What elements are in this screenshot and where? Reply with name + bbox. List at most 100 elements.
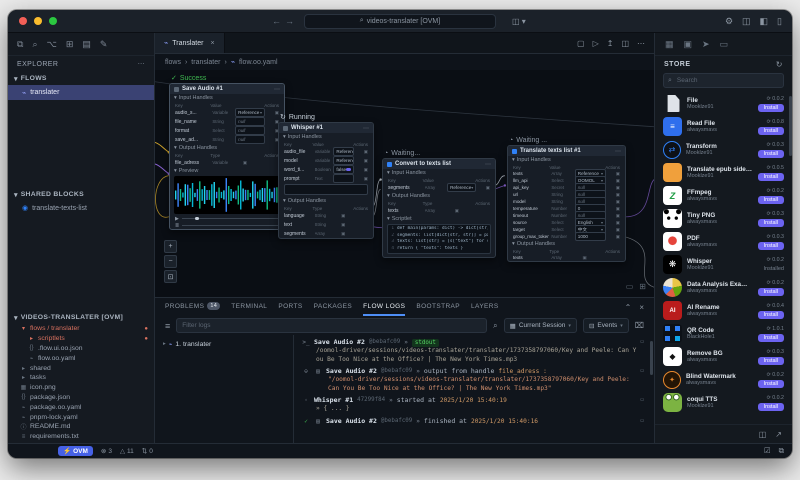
scrollbar[interactable]	[789, 96, 792, 156]
row-actions-icon[interactable]: ▣	[478, 185, 490, 191]
install-button[interactable]: Install	[757, 379, 784, 388]
history-nav[interactable]: ←→	[272, 16, 298, 26]
row-actions-icon[interactable]: ▣	[575, 255, 587, 261]
run-icon[interactable]: ▷	[593, 39, 599, 48]
node-header[interactable]: Save Audio #1 ⋯	[170, 84, 284, 94]
node-input-row[interactable]: save_ad... String null ▣	[170, 135, 284, 144]
close-tab-icon[interactable]: ×	[210, 40, 214, 47]
row-actions-icon[interactable]: ▣	[608, 171, 620, 177]
row-actions-icon[interactable]: ▣	[608, 192, 620, 198]
store-item[interactable]: ⇄ Transform Mooklze91 0.0.3 Install	[663, 138, 784, 161]
publish-icon[interactable]: ➤	[702, 39, 710, 50]
node-input-row[interactable]: temperature Number 0 ▣	[508, 204, 625, 213]
volume-slider[interactable]: ≣	[170, 222, 284, 229]
node-output-row[interactable]: texts Array ▣	[383, 206, 495, 215]
node-input-row[interactable]: word_ti... Boolean false ▣	[279, 165, 373, 174]
row-actions-icon[interactable]: ▣	[608, 220, 620, 226]
node-more-icon[interactable]: ⋯	[274, 86, 280, 93]
clear-logs-icon[interactable]: ⌧	[635, 321, 644, 330]
panel-tab[interactable]: BOOTSTRAP	[416, 298, 460, 316]
node-input-row[interactable]: source Select English ▣	[508, 218, 625, 227]
inputs-section[interactable]: ▾ Input Handles	[170, 94, 284, 102]
minimap-icon[interactable]: ▭	[626, 282, 634, 291]
tree-item[interactable]: ⌁ pnpm-lock.yaml	[8, 412, 154, 422]
log-entry[interactable]: ⊖ ▤ Save Audio #2 @bebafc09 » output fro…	[302, 367, 644, 393]
node-input-row[interactable]: audio_s... Variable Reference ▣	[170, 108, 284, 117]
command-search[interactable]: ⌕ videos-translater [OVM]	[304, 13, 496, 29]
row-actions-icon[interactable]: ▣	[608, 213, 620, 219]
row-actions-icon[interactable]: ▣	[356, 149, 368, 155]
filter-logs-input[interactable]	[176, 318, 488, 333]
blocks-icon[interactable]: ▦	[665, 39, 674, 50]
node-more-icon[interactable]: ⋯	[485, 161, 491, 168]
mail-icon[interactable]: ▤	[82, 39, 91, 50]
collapse-panel-icon[interactable]: ⌃	[625, 303, 632, 312]
node-translate-texts-list-1[interactable]: ◔ Waiting ... Translate texts list #1 ⋯ …	[507, 135, 626, 262]
install-button[interactable]: Install	[757, 402, 784, 411]
node-input-row[interactable]: format Select null ▣	[170, 126, 284, 135]
search-icon[interactable]: ⌕	[493, 321, 497, 331]
store-item[interactable]: ✦ Blind Watermark alwaysmavs 0.0.2 Insta…	[663, 368, 784, 391]
install-button[interactable]: Install	[757, 195, 784, 204]
store-search-input[interactable]	[674, 76, 779, 85]
node-input-row[interactable]: group_max_tokens Number 1000 ▣	[508, 232, 625, 241]
breadcrumb-item[interactable]: translater	[191, 59, 220, 66]
tree-item[interactable]: ▸ shared	[8, 363, 154, 373]
events-dropdown[interactable]: ⊟ Events ▾	[582, 318, 629, 333]
node-input-row[interactable]: url String null ▣	[508, 190, 625, 199]
store-item[interactable]: coqui TTS Mooklze91 0.0.2 Install	[663, 391, 784, 414]
install-button[interactable]: Install	[757, 103, 784, 112]
zoom-out-button[interactable]: −	[164, 255, 177, 268]
install-button[interactable]: Install	[757, 172, 784, 181]
store-list[interactable]: File Mooklze91 0.0.2 Install ≡ Read File	[655, 92, 792, 424]
node-input-row[interactable]: target Select 中文 ▣	[508, 225, 625, 234]
panel-tab[interactable]: TERMINAL	[231, 298, 267, 316]
prompt-input[interactable]	[284, 184, 368, 195]
preview-section[interactable]: ▾ Preview	[170, 167, 284, 175]
node-output-row[interactable]: texts Array ▣	[508, 254, 625, 261]
back-icon[interactable]: ←	[272, 16, 285, 26]
install-button[interactable]: Install	[757, 241, 784, 250]
scriptlet-code[interactable]: 1def main(params: dict) -> dict[str, lis…	[387, 224, 491, 254]
node-input-row[interactable]: model String null ▣	[508, 197, 625, 206]
collapse-icon[interactable]: ⊖	[302, 367, 310, 393]
panel-tab[interactable]: PROBLEMS 14	[165, 298, 221, 316]
panel-toggle-icon[interactable]: ▯	[777, 16, 782, 27]
tree-item[interactable]: {} package.json	[8, 393, 154, 403]
explorer-more-icon[interactable]: ⋯	[138, 60, 145, 68]
layout-icon[interactable]: ▢	[577, 39, 585, 48]
store-item[interactable]: File Mooklze91 0.0.2 Install	[663, 92, 784, 115]
more-actions-icon[interactable]: ⋯	[637, 39, 645, 48]
row-actions-icon[interactable]: ▣	[608, 206, 620, 212]
tree-item[interactable]: ⌁ package.oo.yaml	[8, 402, 154, 412]
panel-tab[interactable]: LAYERS	[471, 298, 499, 316]
breadcrumb-item[interactable]: flows	[165, 59, 181, 66]
chevron-right-icon[interactable]: ▸	[163, 341, 166, 347]
split-icon[interactable]: ◫	[742, 16, 751, 27]
close-window-button[interactable]	[19, 17, 27, 25]
node-input-row[interactable]: file_name String null ▣	[170, 117, 284, 126]
session-item-translater[interactable]: ▸ ⌁ 1. translater	[155, 338, 293, 350]
files-icon[interactable]: ⧉	[17, 39, 23, 50]
zoom-in-button[interactable]: +	[164, 240, 177, 253]
row-actions-icon[interactable]: ▣	[608, 234, 620, 240]
log-entry[interactable]: ✓ ▤ Save Audio #2 @bebafc09 » finished a…	[302, 417, 644, 426]
install-button[interactable]: Install	[757, 218, 784, 227]
node-more-icon[interactable]: ⋯	[615, 148, 621, 155]
comment-icon[interactable]: ▭	[640, 396, 644, 414]
store-icon[interactable]: ▣	[684, 39, 693, 50]
install-button[interactable]: Installed	[764, 265, 785, 273]
audio-player[interactable]: ▶	[170, 215, 284, 222]
tab-translater[interactable]: ⌁ Translater ×	[155, 33, 225, 53]
scrollbar[interactable]	[650, 341, 653, 375]
row-actions-icon[interactable]: ▣	[235, 160, 247, 166]
install-button[interactable]: Install	[757, 356, 784, 365]
share-icon[interactable]: ↥	[607, 39, 614, 48]
refresh-icon[interactable]: ↻	[776, 60, 783, 69]
warnings-count[interactable]: △ 11	[120, 447, 134, 456]
node-output-row[interactable]: language String ▣	[279, 211, 373, 220]
flows-section-header[interactable]: ▾ FLOWS	[8, 72, 154, 85]
play-icon[interactable]: ▶	[175, 216, 179, 222]
node-output-row[interactable]: text String ▣	[279, 220, 373, 229]
node-input-row[interactable]: texts Array Reference ▣	[508, 169, 625, 178]
